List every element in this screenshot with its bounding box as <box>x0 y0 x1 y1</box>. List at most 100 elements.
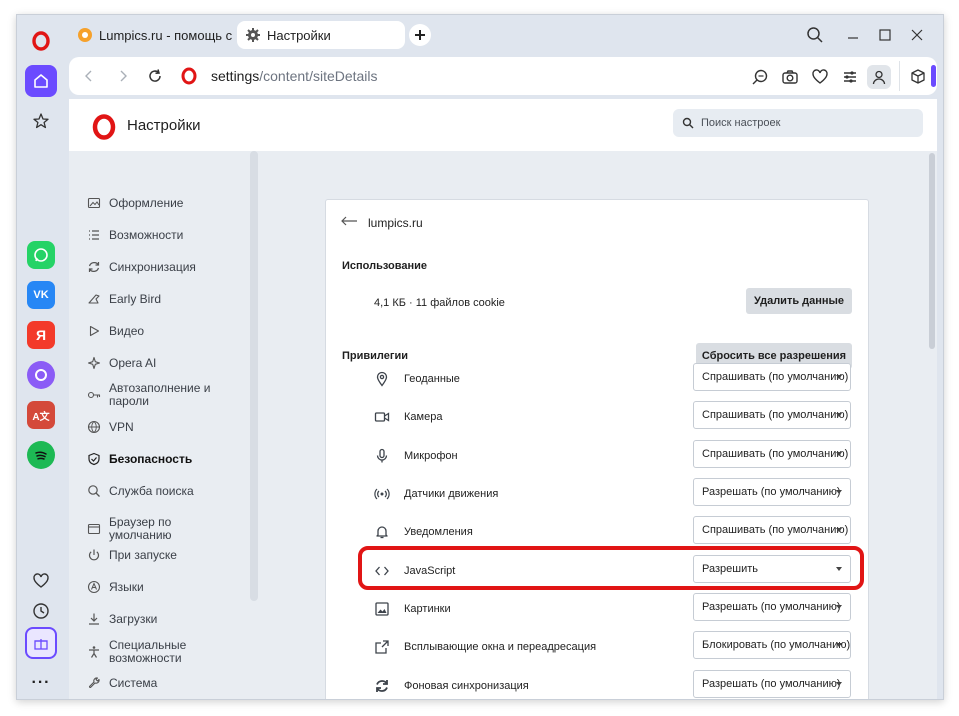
language-icon <box>87 580 101 594</box>
history-button[interactable] <box>25 595 57 627</box>
permission-value: Спрашивать (по умолчанию) <box>702 371 849 383</box>
address-bar: settings/content/siteDetails <box>69 57 937 95</box>
opera-badge-icon <box>181 67 197 85</box>
nav-item-7[interactable]: VPN <box>87 420 257 434</box>
permission-select[interactable]: Разрешать (по умолчанию) <box>693 593 851 621</box>
search-icon <box>807 27 823 43</box>
nav-item-15[interactable]: Система <box>87 676 257 690</box>
permission-select[interactable]: Спрашивать (по умолчанию) <box>693 516 851 544</box>
dropdown-caret-icon <box>836 375 842 379</box>
nav-item-6[interactable]: Автозаполнение и пароли <box>87 382 257 408</box>
main-scrollbar[interactable] <box>929 153 935 349</box>
nav-item-12[interactable]: Языки <box>87 580 257 594</box>
permission-label: JavaScript <box>404 565 456 577</box>
reload-button[interactable] <box>145 66 165 86</box>
person-icon <box>872 70 886 85</box>
bookmarks-button[interactable] <box>25 105 57 137</box>
zoom-search-icon <box>752 69 768 85</box>
nav-item-3[interactable]: Early Bird <box>87 292 257 306</box>
search-input[interactable] <box>701 109 911 137</box>
favorites-button[interactable] <box>25 565 57 597</box>
page-title: Настройки <box>127 117 201 134</box>
permission-select[interactable]: Спрашивать (по умолчанию) <box>693 363 851 391</box>
ai-icon <box>87 356 101 370</box>
permission-row: Микрофон Спрашивать (по умолчанию) <box>326 438 868 476</box>
nav-item-label: Языки <box>109 579 144 594</box>
nav-item-14[interactable]: Специальные возможности <box>87 639 257 665</box>
translator-button[interactable]: A文 <box>27 401 55 429</box>
permission-select[interactable]: Разрешать (по умолчанию) <box>693 670 851 698</box>
heart-icon <box>812 69 828 84</box>
gift-icon <box>34 639 48 650</box>
heart-icon <box>33 573 49 588</box>
sync-icon <box>374 678 390 694</box>
back-button[interactable] <box>79 66 99 86</box>
more-button[interactable]: ··· <box>25 667 57 699</box>
permission-value: Разрешать (по умолчанию) <box>702 678 841 690</box>
tab-lumpics[interactable]: Lumpics.ru - помощь с ко <box>69 21 233 49</box>
permission-row: Уведомления Спрашивать (по умолчанию) <box>326 514 868 552</box>
yandex-button[interactable]: Я <box>27 321 55 349</box>
nav-item-13[interactable]: Загрузки <box>87 612 257 626</box>
image-icon <box>374 601 390 617</box>
easy-setup-button[interactable] <box>839 66 861 88</box>
vk-button[interactable]: VK <box>27 281 55 309</box>
permission-select[interactable]: Спрашивать (по умолчанию) <box>693 440 851 468</box>
nav-item-9[interactable]: Служба поиска <box>87 484 257 498</box>
home-button[interactable] <box>25 65 57 97</box>
search-icon <box>87 484 101 498</box>
permission-value: Разрешать (по умолчанию) <box>702 486 841 498</box>
maximize-icon <box>879 29 891 41</box>
opera-menu-button[interactable] <box>25 25 57 57</box>
permission-select[interactable]: Блокировать (по умолчанию) <box>693 631 851 659</box>
permission-row: Фоновая синхронизация Разрешать (по умолч… <box>326 668 868 699</box>
profile-button[interactable] <box>867 65 891 89</box>
permission-value: Блокировать (по умолчанию) <box>702 639 851 651</box>
search-in-page-button[interactable] <box>749 66 771 88</box>
nav-item-5[interactable]: Opera AI <box>87 356 257 370</box>
site-info-button[interactable] <box>179 66 199 86</box>
minimize-button[interactable] <box>841 23 865 47</box>
permission-row: Картинки Разрешать (по умолчанию) <box>326 591 868 629</box>
clock-icon <box>33 603 49 619</box>
nav-item-0[interactable]: Оформление <box>87 196 257 210</box>
settings-search[interactable] <box>673 109 923 137</box>
settings-main: lumpics.ru Использование 4,1 КБ · 11 фай… <box>259 151 937 699</box>
whatsapp-button[interactable] <box>27 241 55 269</box>
tab-strip: Lumpics.ru - помощь с ко Настройки <box>65 15 943 55</box>
maximize-button[interactable] <box>873 23 897 47</box>
permission-select[interactable]: Разрешить <box>693 555 851 583</box>
nav-item-8[interactable]: Безопасность <box>87 452 257 466</box>
bird-icon <box>87 292 101 306</box>
close-window-button[interactable] <box>905 23 929 47</box>
opera-logo-icon <box>32 31 50 51</box>
nav-item-10[interactable]: Браузер по умолчанию <box>87 516 257 542</box>
gift-button[interactable] <box>25 627 57 659</box>
delete-data-button[interactable]: Удалить данные <box>746 288 852 314</box>
new-tab-button[interactable] <box>409 24 431 46</box>
search-icon <box>682 117 694 129</box>
permission-value: Разрешать (по умолчанию) <box>702 601 841 613</box>
extensions-button[interactable] <box>907 66 929 88</box>
nav-item-2[interactable]: Синхронизация <box>87 260 257 274</box>
back-to-sites-button[interactable] <box>340 214 358 228</box>
vk-icon: VK <box>33 289 49 301</box>
permission-row: Геоданные Спрашивать (по умолчанию) <box>326 361 868 399</box>
bookmark-page-button[interactable] <box>809 66 831 88</box>
nav-item-label: Загрузки <box>109 611 158 626</box>
tab-search-button[interactable] <box>803 23 827 47</box>
sync-icon <box>87 260 101 274</box>
permission-value: Спрашивать (по умолчанию) <box>702 524 849 536</box>
permission-value: Спрашивать (по умолчанию) <box>702 448 849 460</box>
url-field[interactable]: settings/content/siteDetails <box>211 68 378 84</box>
spotify-button[interactable] <box>27 441 55 469</box>
permission-select[interactable]: Разрешать (по умолчанию) <box>693 478 851 506</box>
permission-select[interactable]: Спрашивать (по умолчанию) <box>693 401 851 429</box>
forward-button[interactable] <box>113 66 133 86</box>
snapshot-button[interactable] <box>779 66 801 88</box>
nav-item-11[interactable]: При запуске <box>87 548 257 562</box>
tab-settings[interactable]: Настройки <box>237 21 405 49</box>
alice-button[interactable] <box>27 361 55 389</box>
nav-item-4[interactable]: Видео <box>87 324 257 338</box>
nav-item-1[interactable]: Возможности <box>87 228 257 242</box>
